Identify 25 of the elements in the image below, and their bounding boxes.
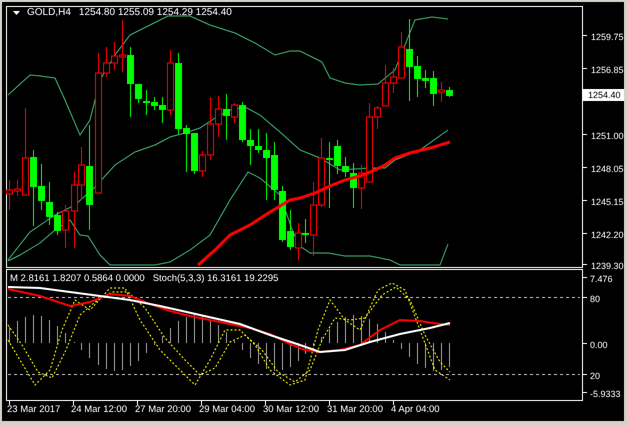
- indicator-scale-label: 0.00: [590, 339, 608, 352]
- time-label: 29 Mar 04:00: [199, 404, 256, 415]
- indicator-scale-label: 7.476: [590, 273, 613, 286]
- time-label: 24 Mar 12:00: [71, 404, 128, 415]
- indicator-scale-label: 20: [590, 370, 600, 383]
- time-label: 23 Mar 2017: [7, 404, 62, 415]
- price-label: 1256.85: [591, 64, 624, 77]
- time-label: 31 Mar 20:00: [327, 404, 384, 415]
- indicator-legend: M 2.8161 1.8207 0.5864 0.0000: [10, 273, 145, 284]
- symbol-label: GOLD,H4: [27, 7, 71, 18]
- indicator-scale-label: 80: [590, 293, 600, 306]
- price-label: 1248.05: [591, 163, 624, 176]
- indicator-scale-label: -5.9333: [590, 388, 621, 401]
- price-label: 1245.15: [591, 196, 624, 209]
- ohlc-values: 1254.80 1255.09 1254.29 1254.40: [78, 7, 232, 18]
- current-price-label: 1254.40: [583, 89, 624, 101]
- dropdown-triangle-icon[interactable]: [13, 10, 20, 14]
- price-label: 1251.00: [591, 130, 624, 143]
- time-label: 30 Mar 12:00: [263, 404, 320, 415]
- price-label: 1259.75: [591, 31, 624, 44]
- indicator-legend: Stoch(5,3,3) 16.3161 19.2295: [152, 273, 278, 284]
- price-label: 1242.20: [591, 229, 624, 242]
- time-label: 27 Mar 20:00: [135, 404, 192, 415]
- price-label: 1239.30: [591, 260, 624, 273]
- time-label: 4 Apr 04:00: [391, 404, 441, 415]
